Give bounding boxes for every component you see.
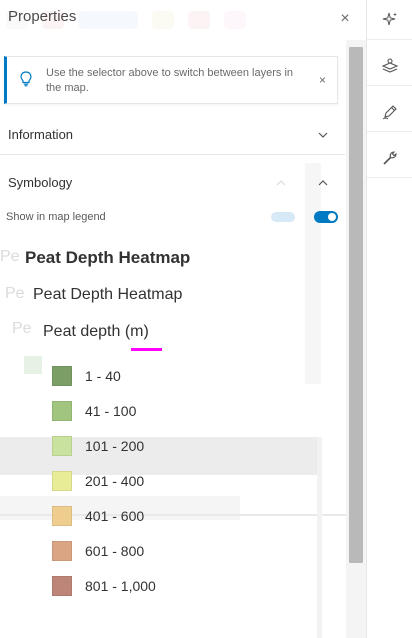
highlight-underline bbox=[131, 348, 162, 351]
ghost-band bbox=[0, 437, 317, 475]
legend-class-list: 1 - 40 41 - 100 101 - 200 201 - 400 401 … bbox=[52, 358, 156, 603]
toggle-knob bbox=[328, 213, 336, 221]
ghost-tool bbox=[152, 11, 174, 29]
legend-class-label: 601 - 800 bbox=[85, 542, 145, 559]
lightbulb-icon bbox=[20, 71, 32, 87]
ghost-toggle bbox=[271, 212, 295, 222]
section-symbology-label: Symbology bbox=[8, 175, 73, 190]
chevron-down-icon bbox=[318, 132, 328, 138]
wrench-icon bbox=[383, 150, 397, 165]
action-tools-button[interactable] bbox=[367, 138, 412, 178]
legend-class: 41 - 100 bbox=[52, 393, 156, 428]
show-in-legend-toggle[interactable] bbox=[314, 211, 338, 223]
chevron-up-icon bbox=[318, 180, 328, 186]
ghost-chevron-up-icon bbox=[276, 180, 286, 186]
legend-class: 601 - 800 bbox=[52, 533, 156, 568]
ghost-text: Pe bbox=[12, 320, 32, 337]
legend-swatch bbox=[52, 435, 72, 456]
sparkle-icon bbox=[382, 12, 397, 25]
legend-swatch bbox=[52, 505, 72, 526]
legend-title: Peat Depth Heatmap bbox=[25, 248, 191, 267]
ghost-text: Pe bbox=[5, 285, 25, 302]
legend-layer-name: Peat Depth Heatmap bbox=[33, 286, 183, 303]
legend-class: 801 - 1,000 bbox=[52, 568, 156, 603]
action-edit-button[interactable] bbox=[367, 92, 412, 132]
action-bar bbox=[366, 0, 412, 638]
section-information[interactable]: Information bbox=[0, 115, 345, 155]
layer-selector-notice: Use the selector above to switch between… bbox=[4, 56, 338, 104]
legend-swatch bbox=[52, 540, 72, 561]
legend-swatch bbox=[52, 575, 72, 596]
ghost-tool bbox=[78, 11, 138, 29]
legend-class-label: 401 - 600 bbox=[85, 507, 145, 524]
legend-class-label: 801 - 1,000 bbox=[85, 577, 156, 594]
legend-class: 1 - 40 bbox=[52, 358, 156, 393]
legend-class-label: 1 - 40 bbox=[85, 367, 121, 384]
ghost-inner-scrollbar bbox=[317, 437, 322, 638]
legend-swatch bbox=[52, 365, 72, 386]
panel-title: Properties bbox=[8, 8, 77, 25]
properties-app: Pe Pe Pe Properties × Use the selector a… bbox=[0, 0, 412, 638]
edit-pencil-icon bbox=[382, 104, 397, 119]
legend-class: 101 - 200 bbox=[52, 428, 156, 463]
panel-scrollbar-thumb[interactable] bbox=[349, 47, 363, 563]
legend-class: 201 - 400 bbox=[52, 463, 156, 498]
action-style-button[interactable] bbox=[367, 46, 412, 86]
legend-class: 401 - 600 bbox=[52, 498, 156, 533]
legend-swatch bbox=[52, 470, 72, 491]
action-sparkle-button[interactable] bbox=[367, 0, 412, 40]
legend-class-label: 41 - 100 bbox=[85, 402, 137, 419]
close-panel-button[interactable]: × bbox=[336, 10, 354, 28]
layer-style-icon bbox=[381, 57, 399, 73]
notice-text: Use the selector above to switch between… bbox=[46, 67, 294, 94]
section-symbology[interactable]: Symbology bbox=[0, 163, 345, 203]
ghost-tool bbox=[188, 11, 210, 29]
ghost-swatch bbox=[24, 356, 42, 374]
legend-field-label: Peat depth (m) bbox=[43, 323, 149, 340]
show-in-legend-label: Show in map legend bbox=[6, 211, 106, 223]
ghost-tool bbox=[224, 11, 246, 29]
ghost-text: Pe bbox=[0, 248, 20, 265]
legend-swatch bbox=[52, 400, 72, 421]
dismiss-notice-button[interactable]: × bbox=[319, 73, 326, 87]
legend-class-label: 101 - 200 bbox=[85, 437, 145, 454]
legend-class-label: 201 - 400 bbox=[85, 472, 145, 489]
section-information-label: Information bbox=[8, 127, 74, 142]
